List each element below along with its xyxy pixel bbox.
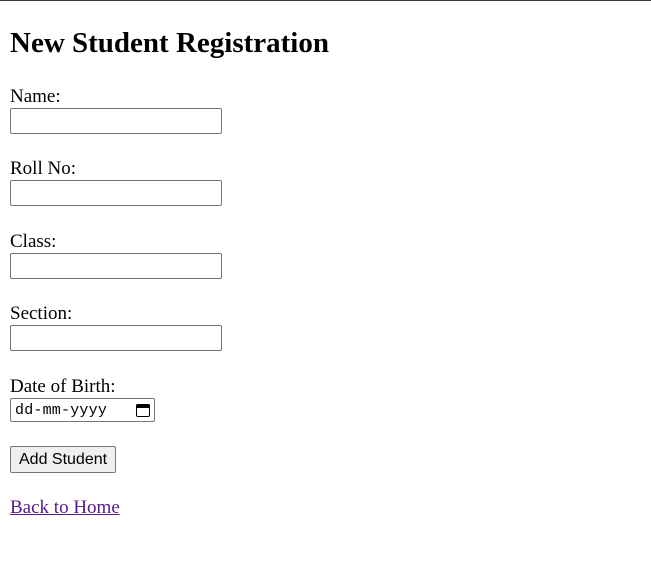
roll-no-input[interactable] (10, 180, 222, 206)
class-label: Class: (10, 231, 57, 252)
dob-label: Date of Birth: (10, 376, 116, 397)
dob-placeholder: dd-mm-yyyy (15, 401, 108, 419)
add-student-button[interactable]: Add Student (10, 446, 117, 473)
name-label: Name: (10, 86, 61, 107)
name-input[interactable] (10, 108, 222, 134)
top-divider (0, 0, 651, 1)
back-to-home-link[interactable]: Back to Home (10, 498, 120, 518)
class-input[interactable] (10, 253, 222, 279)
dob-date-input[interactable]: dd-mm-yyyy (10, 398, 155, 422)
calendar-icon[interactable] (136, 403, 150, 417)
section-input[interactable] (10, 325, 222, 351)
roll-no-label: Roll No: (10, 158, 76, 179)
section-label: Section: (10, 303, 73, 324)
page-title: New Student Registration (10, 27, 329, 59)
